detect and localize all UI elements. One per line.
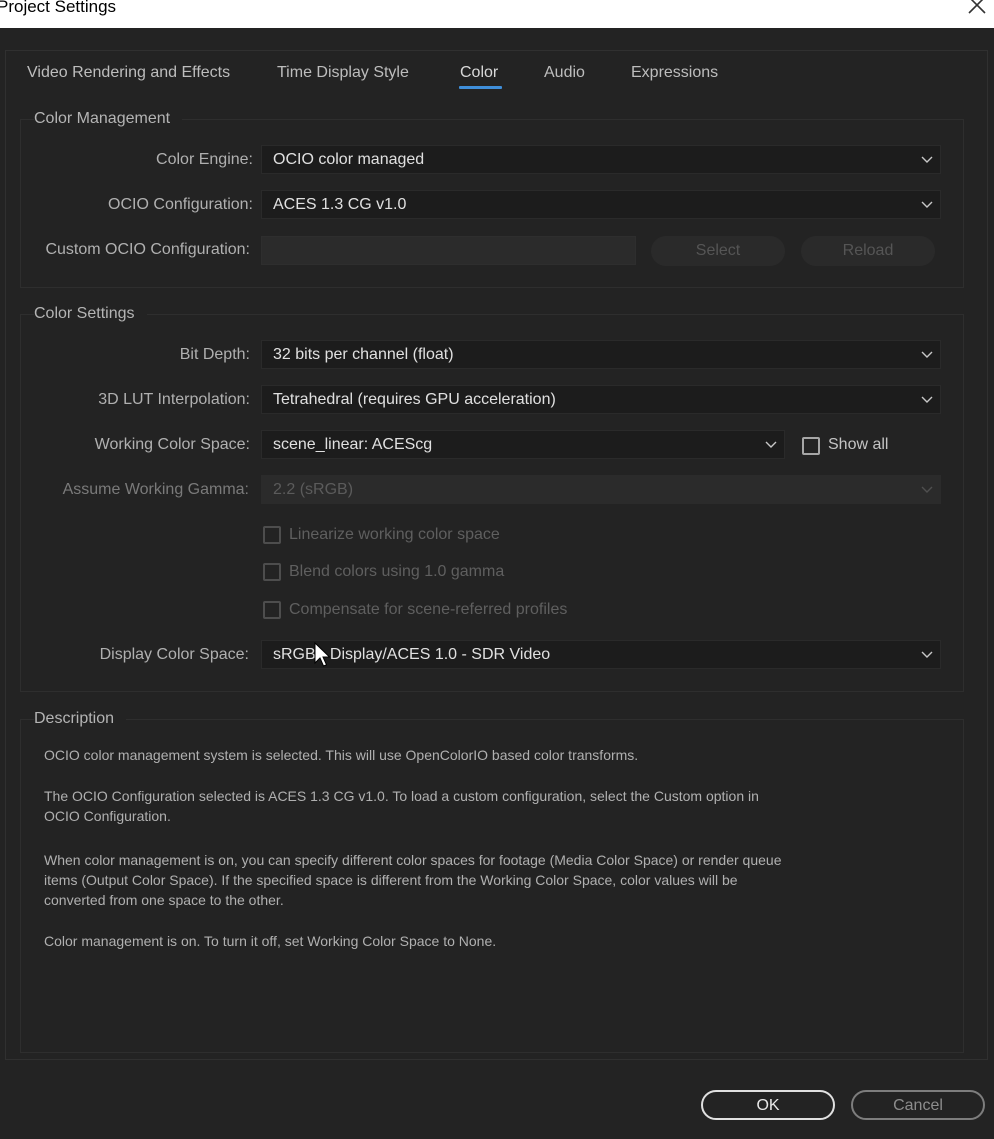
- description-paragraph: OCIO color management system is selected…: [44, 747, 639, 763]
- tab-expressions[interactable]: Expressions: [631, 64, 718, 82]
- working-color-space-label: Working Color Space:: [94, 436, 250, 453]
- chevron-down-icon: [921, 651, 933, 658]
- close-icon[interactable]: [964, 0, 990, 18]
- color-engine-dropdown[interactable]: OCIO color managed: [261, 145, 941, 174]
- description-paragraph: The OCIO Configuration selected is ACES …: [44, 788, 759, 824]
- description-paragraph: When color management is on, you can spe…: [44, 852, 782, 908]
- linearize-label: Linearize working color space: [289, 526, 500, 543]
- show-all-checkbox[interactable]: [802, 437, 820, 455]
- color-engine-label: Color Engine:: [156, 151, 253, 168]
- tab-color[interactable]: Color: [460, 64, 498, 82]
- tab-video-rendering-and-effects[interactable]: Video Rendering and Effects: [27, 64, 230, 82]
- linearize-checkbox[interactable]: [263, 526, 281, 544]
- display-color-space-dropdown[interactable]: sRGB - Display/ACES 1.0 - SDR Video: [261, 640, 941, 669]
- blend-colors-checkbox[interactable]: [263, 563, 281, 581]
- ocio-configuration-dropdown[interactable]: ACES 1.3 CG v1.0: [261, 190, 941, 219]
- tab-audio[interactable]: Audio: [544, 64, 585, 82]
- bit-depth-value: 32 bits per channel (float): [273, 346, 454, 363]
- color-management-legend: Color Management: [34, 110, 183, 128]
- custom-ocio-label: Custom OCIO Configuration:: [45, 241, 250, 258]
- active-tab-indicator: [459, 86, 502, 89]
- description-legend: Description: [34, 710, 127, 728]
- color-settings-legend: Color Settings: [34, 305, 147, 323]
- working-color-space-dropdown[interactable]: scene_linear: ACEScg: [261, 430, 785, 459]
- bit-depth-label: Bit Depth:: [179, 346, 250, 363]
- cancel-button[interactable]: Cancel: [851, 1090, 985, 1120]
- title-bar: Project Settings: [0, 0, 994, 28]
- lut-interpolation-value: Tetrahedral (requires GPU acceleration): [273, 391, 556, 408]
- show-all-label: Show all: [828, 436, 889, 453]
- chevron-down-icon: [921, 351, 933, 358]
- assume-gamma-label: Assume Working Gamma:: [62, 481, 249, 498]
- color-engine-value: OCIO color managed: [273, 151, 425, 168]
- working-color-space-value: scene_linear: ACEScg: [273, 436, 433, 453]
- description-paragraph: Color management is on. To turn it off, …: [44, 933, 497, 949]
- display-color-space-label: Display Color Space:: [99, 646, 249, 663]
- lut-interpolation-dropdown[interactable]: Tetrahedral (requires GPU acceleration): [261, 385, 941, 414]
- chevron-down-icon: [921, 201, 933, 208]
- window-title: Project Settings: [0, 0, 117, 16]
- chevron-down-icon: [921, 486, 933, 493]
- mouse-pointer-icon: [314, 642, 330, 667]
- compensate-label: Compensate for scene-referred profiles: [289, 601, 568, 618]
- chevron-down-icon: [921, 156, 933, 163]
- tab-time-display-style[interactable]: Time Display Style: [277, 64, 409, 82]
- ocio-configuration-value: ACES 1.3 CG v1.0: [273, 196, 407, 213]
- blend-colors-label: Blend colors using 1.0 gamma: [289, 563, 505, 580]
- assume-gamma-value: 2.2 (sRGB): [273, 481, 354, 498]
- bit-depth-dropdown[interactable]: 32 bits per channel (float): [261, 340, 941, 369]
- chevron-down-icon: [765, 441, 777, 448]
- reload-button[interactable]: Reload: [801, 236, 935, 266]
- ocio-configuration-label: OCIO Configuration:: [108, 196, 253, 213]
- select-button[interactable]: Select: [651, 236, 785, 266]
- ok-button[interactable]: OK: [701, 1090, 835, 1120]
- assume-gamma-dropdown: 2.2 (sRGB): [261, 475, 941, 504]
- custom-ocio-path-field: [261, 236, 636, 265]
- compensate-checkbox[interactable]: [263, 601, 281, 619]
- lut-interpolation-label: 3D LUT Interpolation:: [98, 391, 250, 408]
- chevron-down-icon: [921, 396, 933, 403]
